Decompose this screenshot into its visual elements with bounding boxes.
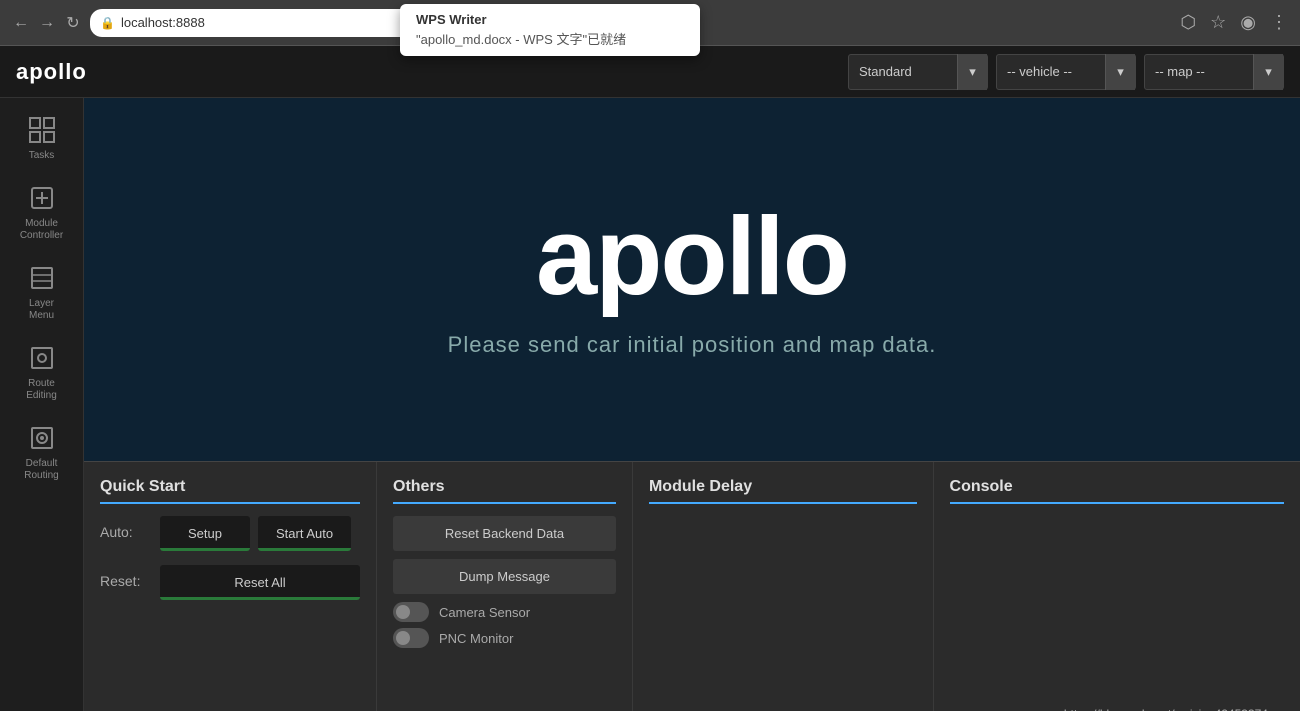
console-section: Console https://blog.csdn.net/weixin_424… — [934, 462, 1300, 711]
forward-button[interactable]: → — [38, 14, 56, 32]
sidebar-item-module-controller[interactable]: ModuleController — [6, 174, 78, 250]
auto-row: Auto: Setup Start Auto — [100, 516, 360, 551]
tasks-icon — [26, 114, 58, 146]
auto-label: Auto: — [100, 516, 150, 540]
sidebar-item-layer-menu[interactable]: LayerMenu — [6, 254, 78, 330]
vehicle-select[interactable]: -- vehicle -- ▾ — [996, 54, 1136, 90]
auto-btn-row: Setup Start Auto — [160, 516, 360, 551]
profile-icon[interactable]: ◉ — [1240, 12, 1256, 33]
quick-start-title: Quick Start — [100, 478, 360, 504]
map-subtitle: Please send car initial position and map… — [448, 332, 937, 358]
default-routing-label: DefaultRouting — [24, 458, 58, 482]
camera-sensor-toggle[interactable] — [393, 602, 429, 622]
reset-row: Reset: Reset All — [100, 565, 360, 600]
others-title: Others — [393, 478, 616, 504]
start-auto-button[interactable]: Start Auto — [258, 516, 351, 551]
toast-title: WPS Writer — [416, 12, 684, 27]
pnc-monitor-row: PNC Monitor — [393, 628, 616, 648]
module-controller-label: ModuleController — [20, 218, 63, 242]
route-editing-label: RouteEditing — [26, 378, 57, 402]
sidebar: Tasks ModuleController — [0, 98, 84, 711]
lock-icon: 🔒 — [100, 16, 115, 30]
console-content: https://blog.csdn.net/weixin_42453374 — [950, 516, 1284, 711]
tasks-label: Tasks — [29, 150, 55, 162]
browser-right-icons: ⬡ ☆ ◉ ⋮ — [1180, 12, 1288, 33]
sidebar-item-route-editing[interactable]: RouteEditing — [6, 334, 78, 410]
bottom-panel: Quick Start Auto: Setup Start Auto Reset… — [84, 461, 1300, 711]
map-dropdown-arrow: ▾ — [1253, 54, 1283, 90]
camera-sensor-label: Camera Sensor — [439, 605, 530, 620]
auto-btn-group: Setup Start Auto — [160, 516, 360, 551]
pnc-monitor-label: PNC Monitor — [439, 631, 513, 646]
toast-body: "apollo_md.docx - WPS 文字"已就绪 — [416, 29, 684, 48]
quick-start-section: Quick Start Auto: Setup Start Auto Reset… — [84, 462, 377, 711]
main-layout: Tasks ModuleController — [0, 98, 1300, 711]
back-button[interactable]: ← — [12, 14, 30, 32]
menu-icon[interactable]: ⋮ — [1270, 12, 1288, 33]
cast-icon[interactable]: ⬡ — [1180, 12, 1196, 33]
url-text: localhost:8888 — [121, 15, 205, 30]
mode-select[interactable]: Standard ▾ — [848, 54, 988, 90]
setup-button[interactable]: Setup — [160, 516, 250, 551]
apollo-big-logo: apollo — [536, 202, 848, 312]
app-container: apollo Standard ▾ -- vehicle -- ▾ -- map… — [0, 46, 1300, 711]
toast-notification: WPS Writer "apollo_md.docx - WPS 文字"已就绪 — [400, 4, 700, 56]
others-section: Others Reset Backend Data Dump Message C… — [377, 462, 633, 711]
vehicle-dropdown-arrow: ▾ — [1105, 54, 1135, 90]
module-delay-section: Module Delay — [633, 462, 934, 711]
camera-sensor-row: Camera Sensor — [393, 602, 616, 622]
console-title: Console — [950, 478, 1284, 504]
bookmark-icon[interactable]: ☆ — [1210, 12, 1226, 33]
layer-menu-label: LayerMenu — [29, 298, 54, 322]
module-controller-icon — [26, 182, 58, 214]
route-editing-icon — [26, 342, 58, 374]
reset-backend-button[interactable]: Reset Backend Data — [393, 516, 616, 551]
map-select[interactable]: -- map -- ▾ — [1144, 54, 1284, 90]
reload-button[interactable]: ↻ — [64, 14, 82, 32]
layer-menu-icon — [26, 262, 58, 294]
content-area: apollo Please send car initial position … — [84, 98, 1300, 711]
dump-message-button[interactable]: Dump Message — [393, 559, 616, 594]
mode-dropdown-arrow: ▾ — [957, 54, 987, 90]
console-link[interactable]: https://blog.csdn.net/weixin_42453374 — [1064, 707, 1268, 711]
header-controls: Standard ▾ -- vehicle -- ▾ -- map -- ▾ — [848, 54, 1284, 90]
reset-all-button[interactable]: Reset All — [160, 565, 360, 600]
reset-label: Reset: — [100, 565, 150, 589]
sidebar-item-tasks[interactable]: Tasks — [6, 106, 78, 170]
pnc-monitor-toggle[interactable] — [393, 628, 429, 648]
sidebar-item-default-routing[interactable]: DefaultRouting — [6, 414, 78, 490]
default-routing-icon — [26, 422, 58, 454]
map-area: apollo Please send car initial position … — [84, 98, 1300, 461]
apollo-logo: apollo — [16, 59, 87, 85]
module-delay-title: Module Delay — [649, 478, 917, 504]
